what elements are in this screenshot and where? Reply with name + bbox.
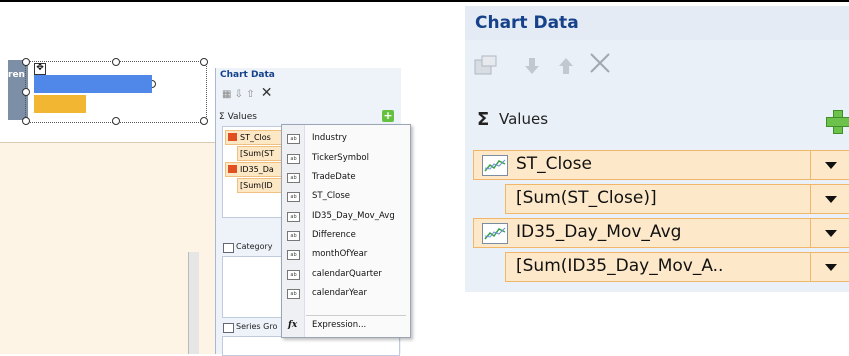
menu-item-label: Industry <box>312 133 347 143</box>
menu-item-monthofyear[interactable]: ab monthOfYear <box>282 245 410 264</box>
value-field-row[interactable]: ST_Close <box>473 150 849 180</box>
panel-toolbar: ▦ ⇩ ⇧ ✕ <box>222 85 273 101</box>
delete-icon[interactable]: ✕ <box>261 85 273 101</box>
field-icon: ab <box>287 173 300 183</box>
field-icon: ab <box>287 289 300 299</box>
menu-item-label: ID35_Day_Mov_Avg <box>312 211 395 221</box>
series-groups-header: Series Gro <box>222 320 278 334</box>
menu-item-label: monthOfYear <box>312 249 368 259</box>
design-divider <box>0 142 215 143</box>
menu-item-st-close[interactable]: ab ST_Close <box>282 187 410 206</box>
resize-handle-tr[interactable] <box>200 58 208 66</box>
dropdown-arrow-icon <box>825 264 837 271</box>
panel-scrollbar[interactable] <box>188 252 199 354</box>
properties-icon[interactable] <box>473 54 501 84</box>
value-expression-row[interactable]: [Sum(ID35_Day_Mov_A.. <box>505 252 849 282</box>
resize-handle-ml[interactable] <box>22 88 30 96</box>
field-icon: ab <box>287 270 300 280</box>
add-icon[interactable] <box>824 108 849 134</box>
field-icon: ab <box>287 231 300 241</box>
resize-handle-bl[interactable] <box>22 117 30 125</box>
menu-item-calendarquarter[interactable]: ab calendarQuarter <box>282 265 410 284</box>
panel-toolbar <box>465 40 849 100</box>
properties-icon[interactable]: ▦ <box>222 89 231 100</box>
field-dropdown-menu: ab Industry ab TickerSymbol ab TradeDate ab… <box>281 124 411 338</box>
design-surface-body <box>0 142 215 354</box>
series-2-bar <box>34 95 86 113</box>
menu-item-label: calendarYear <box>312 288 367 298</box>
series-label-text: ren <box>8 70 25 80</box>
series-groups-label: Series Gro <box>236 322 278 331</box>
line-chart-icon <box>228 133 237 141</box>
menu-item-label: ST_Close <box>312 191 350 201</box>
dropdown-button[interactable] <box>810 185 849 213</box>
value-field-label: ST_Clos <box>240 133 271 142</box>
category-groups-header: Category <box>222 240 273 254</box>
field-icon: ab <box>287 154 300 164</box>
field-icon: ab <box>287 192 300 202</box>
value-field-label: ID35_Da <box>240 165 274 174</box>
values-list: ST_Close [Sum(ST_Close)] ID35_Day_Mov_Av… <box>465 142 849 292</box>
panel-header: Chart Data <box>465 6 849 40</box>
list-icon <box>223 323 234 333</box>
menu-item-expression[interactable]: fx Expression... <box>282 316 410 335</box>
resize-handle-tm[interactable] <box>112 58 120 66</box>
value-expression-label: [Sum(ID <box>240 181 273 190</box>
field-icon: ab <box>287 250 300 260</box>
resize-handle-br[interactable] <box>200 117 208 125</box>
value-expression-row[interactable]: [Sum(ST_Close)] <box>505 184 849 214</box>
menu-item-industry[interactable]: ab Industry <box>282 129 410 148</box>
values-header: Σ Values <box>219 112 257 122</box>
menu-item-label: TradeDate <box>312 172 356 182</box>
add-icon[interactable]: + <box>382 110 394 122</box>
resize-handle-bm[interactable] <box>112 117 120 125</box>
list-icon <box>223 243 234 253</box>
move-down-icon[interactable] <box>523 54 541 84</box>
dropdown-arrow-icon <box>825 196 837 203</box>
line-chart-icon <box>482 155 508 176</box>
field-icon: ab <box>287 212 300 222</box>
panel-title: Chart Data <box>220 70 275 80</box>
menu-item-tradedate[interactable]: ab TradeDate <box>282 168 410 187</box>
value-expression-label: [Sum(ST_Close)] <box>516 188 657 208</box>
menu-item-label: Expression... <box>312 320 367 330</box>
dropdown-button[interactable] <box>810 151 849 179</box>
values-header: Σ Values <box>465 100 849 142</box>
value-expression-label: [Sum(ST <box>240 149 275 158</box>
menu-item-label: calendarQuarter <box>312 269 382 279</box>
value-field-label: ID35_Day_Mov_Avg <box>516 222 682 242</box>
sigma-icon: Σ <box>477 109 490 130</box>
move-up-icon[interactable]: ⇧ <box>246 89 254 100</box>
line-chart-icon <box>482 223 508 244</box>
menu-item-label: TickerSymbol <box>312 153 369 163</box>
move-up-icon[interactable] <box>557 54 575 84</box>
values-label: Values <box>499 110 549 128</box>
menu-item-label: Difference <box>312 230 356 240</box>
value-field-row[interactable]: ID35_Day_Mov_Avg <box>473 218 849 248</box>
category-label: Category <box>236 242 273 251</box>
menu-item-tickersymbol[interactable]: ab TickerSymbol <box>282 149 410 168</box>
expression-fx-icon: fx <box>288 320 298 330</box>
dropdown-arrow-icon <box>825 162 837 169</box>
delete-icon[interactable] <box>587 50 613 84</box>
field-icon: ab <box>287 134 300 144</box>
dropdown-button[interactable] <box>810 219 849 247</box>
move-down-icon[interactable]: ⇩ <box>235 89 243 100</box>
series-groups-list[interactable] <box>222 336 400 356</box>
value-expression-label: [Sum(ID35_Day_Mov_A.. <box>516 256 724 276</box>
dropdown-arrow-icon <box>825 230 837 237</box>
series-1-bar <box>34 75 152 93</box>
line-chart-icon <box>228 165 237 173</box>
chart-data-panel-zoomed: Chart Data Σ Values ST_Close [Sum(ST_Clo… <box>465 6 849 292</box>
menu-item-id35-day-mov-avg[interactable]: ab ID35_Day_Mov_Avg <box>282 207 410 226</box>
value-field-label: ST_Close <box>516 154 592 174</box>
move-handle-icon[interactable]: ✥ <box>34 63 46 75</box>
menu-item-difference[interactable]: ab Difference <box>282 226 410 245</box>
dropdown-button[interactable] <box>810 253 849 281</box>
menu-item-calendaryear[interactable]: ab calendarYear <box>282 284 410 303</box>
values-label: Values <box>227 112 257 122</box>
resize-handle-tl[interactable] <box>22 58 30 66</box>
panel-title: Chart Data <box>475 13 579 33</box>
design-surface <box>0 2 215 354</box>
